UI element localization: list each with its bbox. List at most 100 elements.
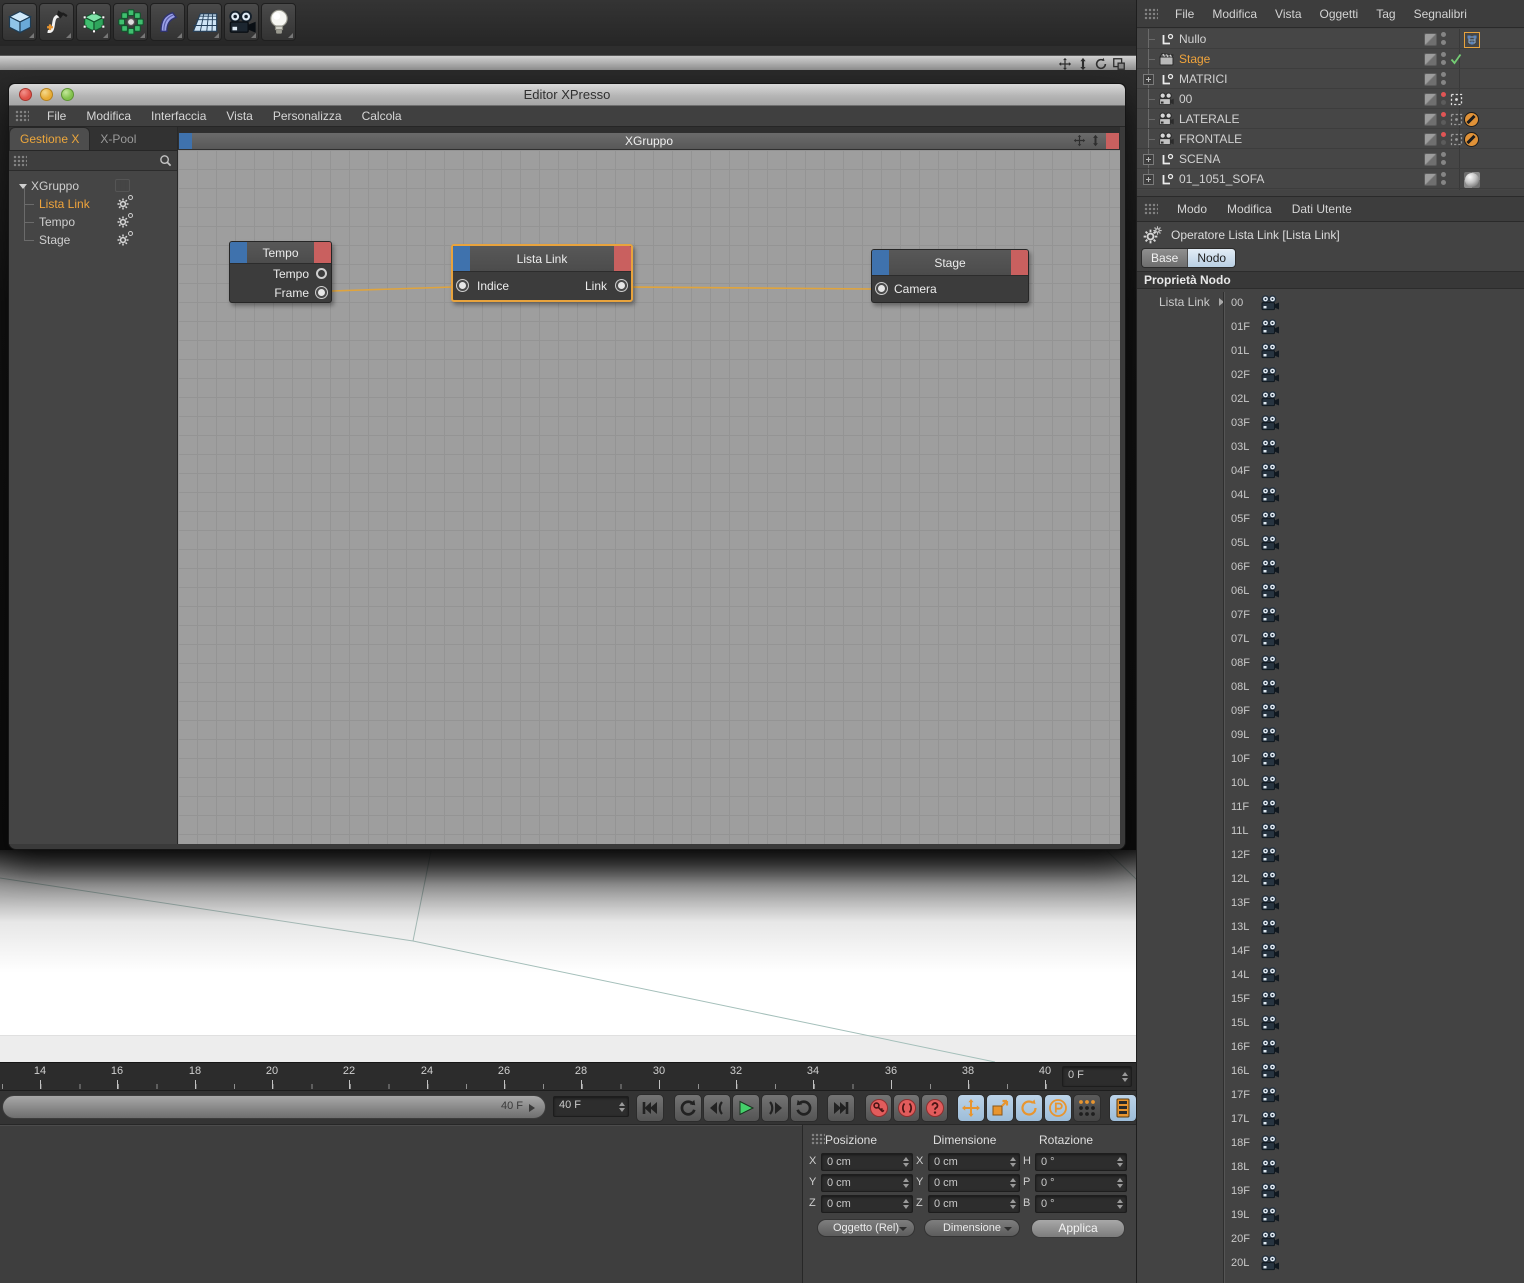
link-list-item[interactable]: 04F <box>1224 460 1524 484</box>
tree-root-xgruppo[interactable]: XGruppo <box>9 177 177 195</box>
target-dim-icon[interactable] <box>1449 132 1463 146</box>
material-tag-icon[interactable] <box>1463 171 1480 188</box>
protection-tag-icon[interactable] <box>1463 111 1480 128</box>
camera-link-icon[interactable] <box>1260 535 1280 551</box>
camera-link-icon[interactable] <box>1260 895 1280 911</box>
dimension-value-field[interactable]: 0 cm <box>928 1153 1020 1171</box>
link-list-item[interactable]: 17L <box>1224 1108 1524 1132</box>
input-port-indice[interactable] <box>457 280 468 291</box>
menu-item[interactable]: Modifica <box>76 109 141 123</box>
link-list-item[interactable]: 06F <box>1224 556 1524 580</box>
camera-link-icon[interactable] <box>1260 1255 1280 1271</box>
null-object-icon[interactable] <box>1158 71 1175 87</box>
camera-link-icon[interactable] <box>1260 1135 1280 1151</box>
camera-link-icon[interactable] <box>1260 871 1280 887</box>
object-row[interactable]: 01_1051_SOFA <box>1137 169 1524 189</box>
link-list-item[interactable]: 02F <box>1224 364 1524 388</box>
menu-item[interactable]: Modo <box>1167 202 1217 216</box>
camera-link-icon[interactable] <box>1260 1087 1280 1103</box>
camera-link-icon[interactable] <box>1260 487 1280 503</box>
window-titlebar[interactable]: Editor XPresso <box>9 84 1125 106</box>
tree-node-item[interactable]: Stage <box>9 231 177 249</box>
link-list-item[interactable]: 15F <box>1224 988 1524 1012</box>
camera-link-icon[interactable] <box>1260 295 1280 311</box>
menu-item[interactable]: Vista <box>1266 7 1310 21</box>
output-port-frame[interactable] <box>316 287 327 298</box>
layer-icon[interactable] <box>1424 33 1437 46</box>
menu-item[interactable]: Modifica <box>1203 7 1266 21</box>
xpresso-tag-icon[interactable] <box>1463 31 1480 48</box>
link-list-item[interactable]: 03L <box>1224 436 1524 460</box>
camera-link-icon[interactable] <box>1260 343 1280 359</box>
camera-link-icon[interactable] <box>1260 1159 1280 1175</box>
camera-link-icon[interactable] <box>1260 367 1280 383</box>
camera-link-icon[interactable] <box>1260 559 1280 575</box>
link-list-item[interactable]: 19F <box>1224 1180 1524 1204</box>
camera-link-icon[interactable] <box>1260 1063 1280 1079</box>
link-list-item[interactable]: 12F <box>1224 844 1524 868</box>
menu-item[interactable]: Dati Utente <box>1282 202 1362 216</box>
previous-key-button[interactable] <box>674 1094 702 1122</box>
node-stage-header[interactable]: Stage <box>872 250 1028 276</box>
layer-icon[interactable] <box>1424 93 1437 106</box>
link-list-item[interactable]: 15L <box>1224 1012 1524 1036</box>
protection-tag-icon[interactable] <box>1463 131 1480 148</box>
minimize-icon[interactable] <box>40 88 53 101</box>
link-list-item[interactable]: 17F <box>1224 1084 1524 1108</box>
camera-link-icon[interactable] <box>1260 391 1280 407</box>
go-to-end-button[interactable] <box>827 1094 855 1122</box>
bend-deformer-icon[interactable] <box>150 3 185 41</box>
record-key-button[interactable] <box>865 1094 892 1122</box>
camera-link-icon[interactable] <box>1260 607 1280 623</box>
field-stepper[interactable] <box>1010 1178 1016 1188</box>
layer-icon[interactable] <box>1424 53 1437 66</box>
view-dolly-icon[interactable] <box>1076 57 1090 71</box>
camera-link-icon[interactable] <box>1260 1207 1280 1223</box>
rotation-value-field[interactable]: 0 ° <box>1035 1195 1127 1213</box>
camera-link-icon[interactable] <box>1260 775 1280 791</box>
node-lista-link[interactable]: Lista Link Indice Link <box>451 244 633 302</box>
object-label[interactable]: 01_1051_SOFA <box>1179 172 1264 186</box>
scale-tool-button[interactable] <box>986 1094 1014 1122</box>
camera-object-icon[interactable] <box>1158 111 1175 127</box>
menu-item[interactable]: Vista <box>216 109 262 123</box>
camera-link-icon[interactable] <box>1260 679 1280 695</box>
attribute-tab[interactable]: Base <box>1142 249 1189 267</box>
object-mode-dropdown[interactable]: Oggetto (Rel) <box>817 1219 915 1237</box>
position-value-field[interactable]: 0 cm <box>821 1153 913 1171</box>
link-list-item[interactable]: 03F <box>1224 412 1524 436</box>
camera-link-icon[interactable] <box>1260 703 1280 719</box>
object-label[interactable]: FRONTALE <box>1179 132 1242 146</box>
port-row-frame[interactable]: Frame <box>230 283 331 302</box>
link-list-item[interactable]: 07F <box>1224 604 1524 628</box>
xgroup-thumbnail-icon[interactable] <box>115 179 130 192</box>
search-icon[interactable] <box>159 154 172 167</box>
link-list-item[interactable]: 20L <box>1224 1252 1524 1276</box>
dimension-value-field[interactable]: 0 cm <box>928 1195 1020 1213</box>
menu-grip-icon[interactable] <box>1144 7 1158 20</box>
link-list-item[interactable]: 14L <box>1224 964 1524 988</box>
camera-link-icon[interactable] <box>1260 511 1280 527</box>
link-list-item[interactable]: 09L <box>1224 724 1524 748</box>
camera-link-icon[interactable] <box>1260 1111 1280 1127</box>
coords-grip-icon[interactable] <box>811 1133 825 1145</box>
camera-link-icon[interactable] <box>1260 967 1280 983</box>
layer-icon[interactable] <box>1424 113 1437 126</box>
object-label[interactable]: SCENA <box>1179 152 1220 166</box>
expand-plus-icon[interactable] <box>1143 74 1154 85</box>
link-list-item[interactable]: 00 <box>1224 292 1524 316</box>
next-key-button[interactable] <box>790 1094 818 1122</box>
camera-link-icon[interactable] <box>1260 751 1280 767</box>
go-to-start-button[interactable] <box>636 1094 664 1122</box>
dimension-value-field[interactable]: 0 cm <box>928 1174 1020 1192</box>
close-icon[interactable] <box>19 88 32 101</box>
enabled-check-icon[interactable] <box>1449 52 1463 66</box>
rotation-value-field[interactable]: 0 ° <box>1035 1153 1127 1171</box>
field-stepper[interactable] <box>903 1199 909 1209</box>
visibility-dots-icon[interactable] <box>1441 92 1447 106</box>
camera-link-icon[interactable] <box>1260 463 1280 479</box>
attribute-tab[interactable]: Nodo <box>1188 249 1236 267</box>
output-port-link[interactable] <box>616 280 627 291</box>
node-tempo[interactable]: Tempo Tempo Frame <box>229 241 332 303</box>
camera-link-icon[interactable] <box>1260 655 1280 671</box>
